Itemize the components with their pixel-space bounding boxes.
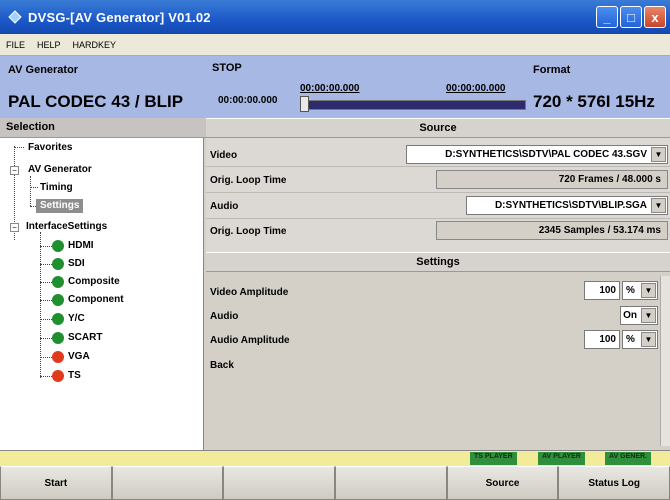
yc-status-icon bbox=[52, 313, 64, 325]
format-value: 720 * 576I 15Hz bbox=[533, 92, 655, 111]
menu-help[interactable]: HELP bbox=[37, 40, 61, 50]
selection-tree: Favorites − AV Generator Timing Settings… bbox=[0, 138, 204, 450]
softkey-4[interactable] bbox=[335, 466, 447, 500]
tree-item-settings[interactable]: Settings bbox=[36, 199, 84, 213]
ts-status-icon bbox=[52, 370, 64, 382]
component-status-icon bbox=[52, 294, 64, 306]
video-loop-time-value: 720 Frames / 48.000 s bbox=[436, 170, 668, 189]
maximize-button[interactable]: □ bbox=[620, 6, 642, 28]
time-start: 00:00:00.000 bbox=[218, 95, 278, 106]
scart-status-icon bbox=[52, 332, 64, 344]
tree-item-yc[interactable]: Y/C bbox=[68, 312, 85, 326]
source-header: Source bbox=[206, 118, 670, 138]
softkey-bar: Start Source Status Log bbox=[0, 466, 670, 500]
audio-on-select[interactable]: On ▼ bbox=[620, 306, 658, 325]
close-icon: x bbox=[651, 9, 659, 25]
video-amplitude-unit-select[interactable]: % ▼ bbox=[622, 281, 658, 300]
mode-label: AV Generator bbox=[8, 64, 79, 76]
start-button[interactable]: Start bbox=[0, 466, 112, 500]
sdi-status-icon bbox=[52, 258, 64, 270]
softkey-2[interactable] bbox=[111, 466, 224, 500]
app-icon bbox=[8, 10, 22, 24]
selection-header: Selection bbox=[0, 118, 206, 138]
status-tag-av-generator: AV GENER. bbox=[605, 452, 651, 465]
audio-amplitude-input[interactable]: 100 bbox=[584, 330, 620, 349]
tree-item-av-generator[interactable]: AV Generator bbox=[28, 163, 92, 177]
time-end: 00:00:00.000 bbox=[446, 83, 506, 94]
tree-item-timing[interactable]: Timing bbox=[40, 181, 73, 195]
tree-item-ts[interactable]: TS bbox=[68, 369, 81, 383]
chevron-down-icon: ▼ bbox=[651, 198, 666, 213]
audio-amplitude-label: Audio Amplitude bbox=[210, 335, 290, 346]
minimize-button[interactable]: _ bbox=[596, 6, 618, 28]
settings-header: Settings bbox=[206, 252, 670, 272]
collapse-av-generator-icon[interactable]: − bbox=[10, 166, 19, 175]
maximize-icon: □ bbox=[627, 9, 635, 25]
playback-state: STOP bbox=[212, 62, 242, 74]
audio-loop-time-value: 2345 Samples / 53.174 ms bbox=[436, 221, 668, 240]
video-loop-time-label: Orig. Loop Time bbox=[210, 175, 287, 186]
minimize-icon: _ bbox=[603, 9, 611, 25]
video-amplitude-label: Video Amplitude bbox=[210, 287, 289, 298]
audio-amplitude-unit-select[interactable]: % ▼ bbox=[622, 330, 658, 349]
tree-item-composite[interactable]: Composite bbox=[68, 275, 120, 289]
menu-file[interactable]: FILE bbox=[6, 40, 25, 50]
status-tag-ts-player: TS PLAYER bbox=[470, 452, 517, 465]
tree-item-scart[interactable]: SCART bbox=[68, 331, 102, 345]
audio-setting-label: Audio bbox=[210, 311, 239, 322]
composite-status-icon bbox=[52, 276, 64, 288]
collapse-interface-settings-icon[interactable]: − bbox=[10, 223, 19, 232]
close-button[interactable]: x bbox=[644, 6, 666, 28]
menu-bar: FILE HELP HARDKEY bbox=[0, 34, 670, 56]
source-button[interactable]: Source bbox=[446, 466, 559, 500]
menu-hardkey[interactable]: HARDKEY bbox=[73, 40, 117, 50]
audio-file-value: D:SYNTHETICS\SDTV\BLIP.SGA bbox=[494, 200, 647, 211]
audio-amplitude-unit: % bbox=[626, 334, 635, 345]
tree-item-hdmi[interactable]: HDMI bbox=[68, 239, 94, 253]
tree-item-interface-settings[interactable]: InterfaceSettings bbox=[26, 220, 107, 234]
hdmi-status-icon bbox=[52, 240, 64, 252]
chevron-down-icon: ▼ bbox=[651, 147, 666, 162]
audio-loop-time-label: Orig. Loop Time bbox=[210, 226, 287, 237]
softkey-3[interactable] bbox=[223, 466, 336, 500]
format-label: Format bbox=[533, 64, 571, 76]
playback-progress-bar bbox=[300, 100, 526, 110]
video-amplitude-input[interactable]: 100 bbox=[584, 281, 620, 300]
chevron-down-icon: ▼ bbox=[641, 283, 656, 298]
tree-item-sdi[interactable]: SDI bbox=[68, 257, 85, 271]
chevron-down-icon: ▼ bbox=[641, 332, 656, 347]
vga-status-icon bbox=[52, 351, 64, 363]
video-amplitude-unit: % bbox=[626, 285, 635, 296]
tree-item-favorites[interactable]: Favorites bbox=[28, 141, 72, 155]
tree-item-vga[interactable]: VGA bbox=[68, 350, 90, 364]
video-file-value: D:SYNTHETICS\SDTV\PAL CODEC 43.SGV bbox=[445, 149, 647, 160]
title-bar: DVSG-[AV Generator] V01.02 _ □ x bbox=[0, 0, 670, 34]
window-title: DVSG-[AV Generator] V01.02 bbox=[28, 9, 211, 25]
video-file-select[interactable]: D:SYNTHETICS\SDTV\PAL CODEC 43.SGV ▼ bbox=[406, 145, 668, 164]
status-log-button[interactable]: Status Log bbox=[558, 466, 670, 500]
time-current: 00:00:00.000 bbox=[300, 83, 360, 94]
video-label: Video bbox=[210, 150, 238, 161]
audio-on-value: On bbox=[623, 310, 637, 321]
mode-value: PAL CODEC 43 / BLIP bbox=[8, 92, 184, 111]
status-tag-av-player: AV PLAYER bbox=[538, 452, 585, 465]
audio-file-select[interactable]: D:SYNTHETICS\SDTV\BLIP.SGA ▼ bbox=[466, 196, 668, 215]
tree-item-component[interactable]: Component bbox=[68, 293, 124, 307]
settings-scrollbar[interactable] bbox=[660, 276, 670, 446]
audio-label: Audio bbox=[210, 201, 239, 212]
playback-slider-handle[interactable] bbox=[300, 96, 309, 112]
back-item[interactable]: Back bbox=[210, 360, 234, 371]
chevron-down-icon: ▼ bbox=[641, 308, 656, 323]
